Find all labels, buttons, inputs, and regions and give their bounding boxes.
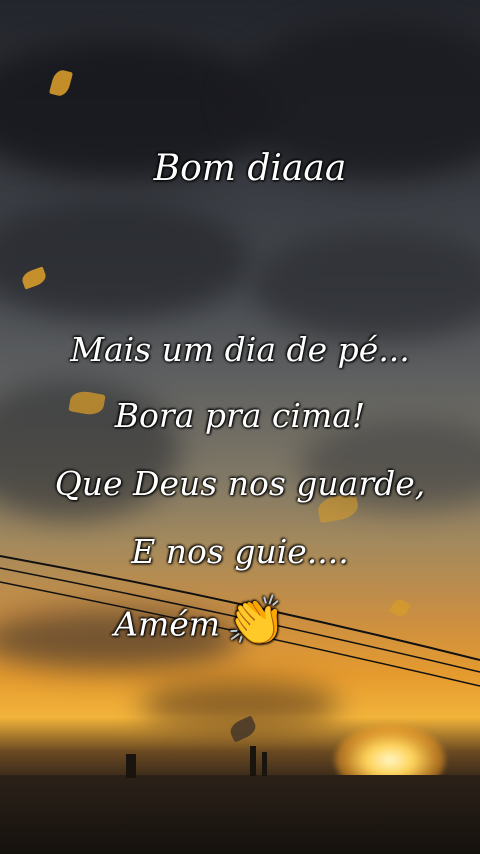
tower (262, 752, 267, 776)
clapping-hands-icon: 👏 (226, 593, 286, 649)
pole (126, 754, 136, 778)
amen-line: Amém 👏 (0, 593, 440, 655)
sunset-scene: Bom diaaa Mais um dia de pé... Bora pra … (0, 0, 480, 854)
message-line: E nos guie.... (131, 532, 349, 571)
message-line: Mais um dia de pé... (70, 330, 410, 369)
amen-text: Amém (114, 604, 221, 644)
message-line: Bora pra cima! (114, 396, 366, 435)
message-line: Que Deus nos guarde, (54, 464, 426, 503)
greeting-title: Bom diaaa (153, 148, 347, 189)
tower (250, 746, 256, 776)
